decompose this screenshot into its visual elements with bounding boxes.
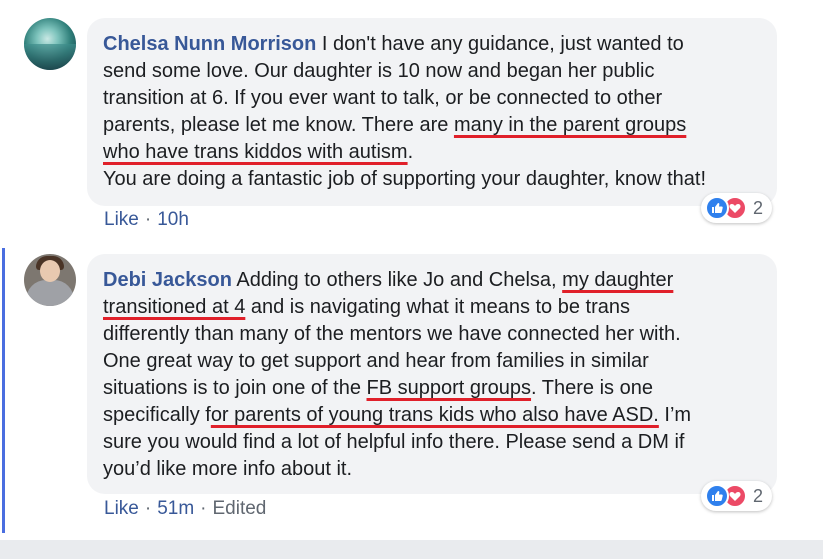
avatar-shirt xyxy=(26,280,74,306)
comment-text: Adding to others like Jo and Chelsa, xyxy=(231,269,563,291)
highlighted-text: my daughter xyxy=(562,269,674,291)
reaction-count: 2 xyxy=(753,485,764,506)
comment-text: parents, please let me know. There are xyxy=(103,114,454,136)
comment-text: You are doing a fantastic job of support… xyxy=(103,168,707,190)
separator-dot: · xyxy=(144,209,152,230)
timestamp[interactable]: 51m xyxy=(157,498,194,519)
author-name[interactable]: Chelsa Nunn Morrison xyxy=(103,33,316,55)
like-icon xyxy=(705,484,729,508)
like-link[interactable]: Like xyxy=(104,209,139,230)
comment-line: you’d like more info about it. xyxy=(103,456,777,483)
comment-text: specifically f xyxy=(103,404,211,426)
comment-line: Debi Jackson Adding to others like Jo an… xyxy=(103,267,777,294)
comment-text: and is navigating what it means to be tr… xyxy=(245,296,630,318)
comment-line: One great way to get support and hear fr… xyxy=(103,348,777,375)
comment-line: sure you would find a lot of helpful inf… xyxy=(103,429,777,456)
highlighted-text: who have trans kiddos with autism xyxy=(103,141,408,163)
highlighted-text: FB support groups xyxy=(366,377,532,399)
edited-label[interactable]: Edited xyxy=(212,498,266,519)
comment-text: send some love. Our daughter is 10 now a… xyxy=(103,60,655,82)
reactions-summary[interactable]: 2 xyxy=(701,481,773,511)
highlighted-text: many in the parent groups xyxy=(453,114,687,136)
comment-text: you’d like more info about it. xyxy=(103,458,353,480)
page-background-strip xyxy=(0,540,823,559)
comment-line: situations is to join one of the FB supp… xyxy=(103,375,777,402)
comment-line: transition at 6. If you ever want to tal… xyxy=(103,85,777,112)
reply-thread-line xyxy=(2,248,5,533)
comment-text: transition at 6. If you ever want to tal… xyxy=(103,87,663,109)
comment-line: who have trans kiddos with autism. xyxy=(103,139,777,166)
avatar[interactable] xyxy=(24,254,76,306)
comment-line: differently than many of the mentors we … xyxy=(103,321,777,348)
comment-line: specifically for parents of young trans … xyxy=(103,402,777,429)
highlighted-text: transitioned at 4 xyxy=(103,296,246,318)
comment-line: Chelsa Nunn Morrison I don't have any gu… xyxy=(103,31,777,58)
comment-line: send some love. Our daughter is 10 now a… xyxy=(103,58,777,85)
comment-meta: Like · 51m · Edited xyxy=(104,498,266,520)
timestamp[interactable]: 10h xyxy=(157,209,189,230)
highlighted-text: or parents of young trans kids who also … xyxy=(210,404,659,426)
comment-line: transitioned at 4 and is navigating what… xyxy=(103,294,777,321)
comment-text: situations is to join one of the xyxy=(103,377,367,399)
like-icon xyxy=(705,196,729,220)
avatar[interactable] xyxy=(24,18,76,70)
avatar-face xyxy=(40,260,60,282)
comment-text: One great way to get support and hear fr… xyxy=(103,350,649,372)
comment-text: . xyxy=(407,141,414,163)
comment-text: I’m xyxy=(658,404,692,426)
comment-text: differently than many of the mentors we … xyxy=(103,323,681,345)
reaction-count: 2 xyxy=(753,197,764,218)
comment-text: . There is one xyxy=(531,377,653,399)
separator-dot: · xyxy=(144,498,152,519)
author-name[interactable]: Debi Jackson xyxy=(103,269,232,291)
like-link[interactable]: Like xyxy=(104,498,139,519)
comment-text: sure you would find a lot of helpful inf… xyxy=(103,431,685,453)
comment-text: I don't have any guidance, just wanted t… xyxy=(316,33,684,55)
comment-line: parents, please let me know. There are m… xyxy=(103,112,777,139)
comment-meta: Like · 10h xyxy=(104,209,189,231)
separator-dot: · xyxy=(200,498,207,519)
comment-bubble: Debi Jackson Adding to others like Jo an… xyxy=(87,254,777,494)
reactions-summary[interactable]: 2 xyxy=(701,193,773,223)
comment-line: You are doing a fantastic job of support… xyxy=(103,166,777,193)
comment-bubble: Chelsa Nunn Morrison I don't have any gu… xyxy=(87,18,777,206)
